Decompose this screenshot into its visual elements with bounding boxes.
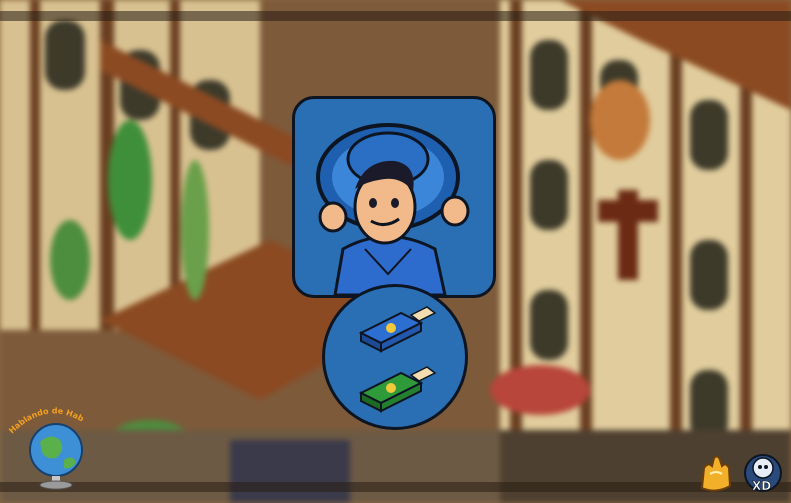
globe-icon: Hablando de Habbolandia bbox=[3, 395, 85, 490]
xd-badge-text: XD bbox=[752, 479, 771, 493]
rewards-circle bbox=[322, 284, 468, 430]
globe-logo[interactable]: Hablando de Habbolandia bbox=[3, 395, 92, 492]
mariachi-sombrero-character-icon bbox=[316, 123, 470, 295]
green-book-furni-icon[interactable] bbox=[357, 365, 437, 415]
blue-book-furni-icon[interactable] bbox=[357, 305, 437, 355]
golden-hand-icon[interactable] bbox=[696, 452, 736, 494]
bottom-bar-strip bbox=[0, 482, 791, 492]
xd-space-badge-icon[interactable]: XD bbox=[740, 450, 786, 496]
top-bar-strip bbox=[0, 11, 791, 21]
avatar-card bbox=[292, 96, 496, 298]
